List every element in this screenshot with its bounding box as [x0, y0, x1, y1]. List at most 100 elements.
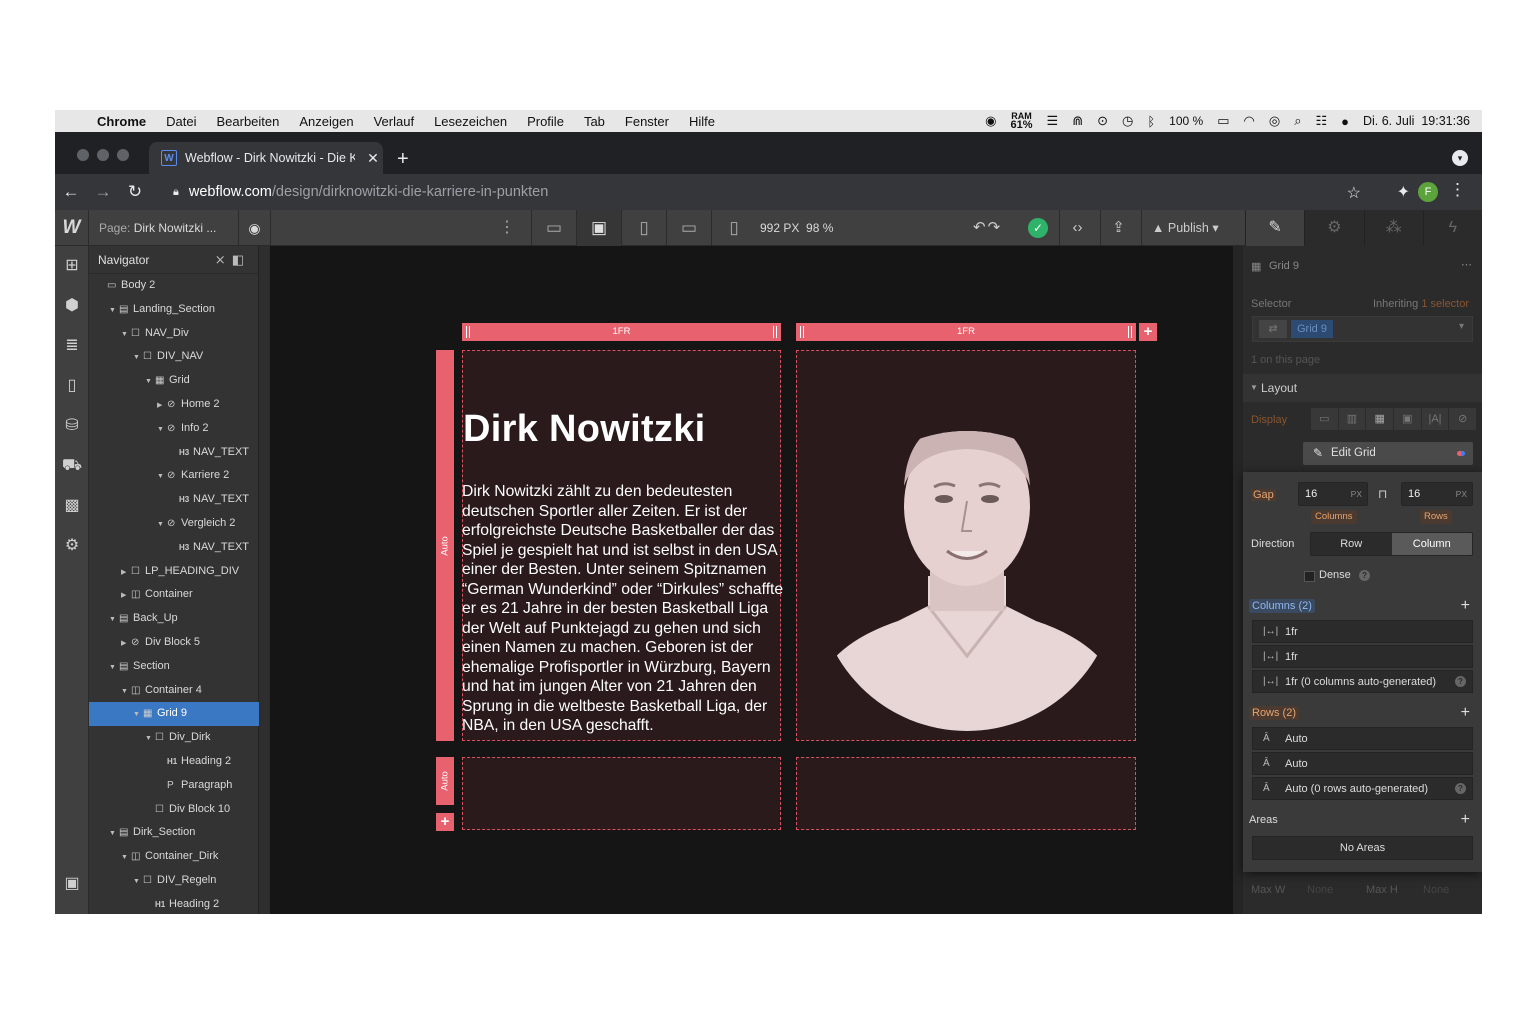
selector-field[interactable]: ⇄ Grid 9 ▾: [1252, 316, 1473, 342]
activity-icon[interactable]: ◉: [985, 113, 996, 129]
panel-more-icon[interactable]: ⋯: [1461, 258, 1472, 271]
tree-caret-icon[interactable]: ▼: [121, 680, 131, 704]
add-row-button[interactable]: +: [436, 813, 454, 831]
wifi-icon[interactable]: ◠: [1244, 113, 1255, 129]
box-model-icon[interactable]: ▣: [55, 864, 89, 904]
gap-lock-icon[interactable]: ⊓: [1378, 487, 1387, 501]
publish-button[interactable]: ▲ Publish ▾: [1141, 210, 1245, 246]
navigator-node[interactable]: ▼ ⊘ Vergleich 2: [89, 512, 259, 536]
navigator-node[interactable]: ▶ ☐ LP_HEADING_DIV: [89, 560, 259, 584]
dock-icon[interactable]: ◧: [232, 252, 250, 267]
navigator-node[interactable]: H3 NAV_TEXT: [89, 441, 259, 465]
siri-icon[interactable]: ●: [1341, 114, 1349, 129]
tree-caret-icon[interactable]: ▼: [109, 608, 119, 632]
style-manager-icon[interactable]: ⁂: [1363, 210, 1423, 246]
row-auto-help-icon[interactable]: ?: [1455, 783, 1466, 794]
navigator-node[interactable]: ▼ ▦ Grid 9: [89, 702, 259, 727]
navigator-node[interactable]: ▼ ☐ DIV_Regeln: [89, 869, 259, 893]
grid-row-1-handle[interactable]: Auto: [436, 350, 454, 741]
interactions-bolt-icon[interactable]: ϟ: [1422, 210, 1482, 246]
navigator-node[interactable]: ▼ ▦ Grid: [89, 369, 259, 393]
browser-menu-icon[interactable]: ⋮: [1449, 180, 1466, 200]
grid-cell-3[interactable]: [462, 757, 781, 830]
navigator-node[interactable]: ▼ ⊘ Karriere 2: [89, 464, 259, 488]
project-settings-icon[interactable]: ⚙: [55, 526, 89, 566]
cms-icon[interactable]: ⛁: [55, 406, 89, 446]
symbols-icon[interactable]: ⬢: [55, 286, 89, 326]
bookmark-star-icon[interactable]: ☆: [1347, 183, 1361, 203]
tree-caret-icon[interactable]: ▼: [121, 323, 131, 347]
stack-icon[interactable]: ☰: [1047, 113, 1059, 129]
tree-caret-icon[interactable]: ▼: [109, 299, 119, 323]
navigator-node[interactable]: ▶ ◫ Container: [89, 583, 259, 607]
hero-paragraph[interactable]: Dirk Nowitzki zählt zu den bedeutesten d…: [462, 482, 784, 736]
navigator-node[interactable]: ▼ ◫ Container_Dirk: [89, 845, 259, 869]
reload-icon[interactable]: ↻: [119, 182, 151, 202]
ram-indicator[interactable]: RAM 61%: [1011, 112, 1033, 131]
tree-caret-icon[interactable]: ▼: [157, 513, 167, 537]
column-row-auto[interactable]: |↔| 1fr (0 columns auto-generated)?: [1252, 670, 1473, 693]
hero-heading[interactable]: Dirk Nowitzki: [463, 408, 706, 451]
datetime[interactable]: Di. 6. Juli 19:31:36: [1363, 114, 1470, 128]
display-grid-icon[interactable]: ▦: [1366, 408, 1395, 430]
navigator-node[interactable]: ▼ ▤ Section: [89, 655, 259, 679]
tab-search-icon[interactable]: ▾: [1452, 150, 1468, 166]
grid-row-2-handle[interactable]: Auto: [436, 757, 454, 805]
navigator-node[interactable]: ▶ ⊘ Div Block 5: [89, 631, 259, 655]
maximize-window-icon[interactable]: [117, 149, 129, 161]
user-icon[interactable]: ◎: [1269, 113, 1280, 129]
tree-caret-icon[interactable]: ▶: [121, 561, 131, 585]
tree-caret-icon[interactable]: ▼: [157, 465, 167, 489]
ecommerce-icon[interactable]: ⛟: [55, 446, 89, 486]
column-row-1[interactable]: |↔| 1fr: [1252, 620, 1473, 643]
column-auto-help-icon[interactable]: ?: [1455, 676, 1466, 687]
tree-caret-icon[interactable]: ▼: [133, 703, 143, 727]
selector-dropdown-icon[interactable]: ▾: [1459, 321, 1464, 332]
navigator-node[interactable]: ▼ ◫ Container 4: [89, 679, 259, 703]
pages-icon[interactable]: ▯: [55, 366, 89, 406]
menu-hilfe[interactable]: Hilfe: [679, 114, 725, 129]
navigator-node[interactable]: H1 Heading 2: [89, 893, 259, 914]
tree-caret-icon[interactable]: ▼: [133, 346, 143, 370]
row-gap-input[interactable]: 16 PX: [1401, 482, 1473, 506]
more-options-icon[interactable]: ⋮: [495, 210, 519, 246]
add-column-button[interactable]: +: [1139, 323, 1157, 341]
navigator-node[interactable]: ▼ ☐ DIV_NAV: [89, 345, 259, 369]
navigator-node[interactable]: ▼ ▤ Back_Up: [89, 607, 259, 631]
selector-state-icon[interactable]: ⇄: [1259, 320, 1287, 338]
row-row-1[interactable]: Ā Auto: [1252, 727, 1473, 750]
webflow-logo-icon[interactable]: W: [55, 210, 89, 246]
desktop-base-icon[interactable]: ▣: [576, 210, 621, 246]
add-area-plus-icon[interactable]: +: [1461, 808, 1470, 832]
forward-icon[interactable]: →: [87, 182, 119, 202]
mobile-portrait-icon[interactable]: ▯: [711, 210, 756, 246]
navigator-node[interactable]: H1 Heading 2: [89, 750, 259, 774]
tree-caret-icon[interactable]: ▼: [133, 870, 143, 894]
add-element-icon[interactable]: ⊞: [55, 246, 89, 286]
navigator-node[interactable]: ▼ ☐ NAV_Div: [89, 322, 259, 346]
menu-anzeigen[interactable]: Anzeigen: [289, 114, 363, 129]
navigator-controls[interactable]: ⨯◧: [215, 246, 250, 274]
tree-caret-icon[interactable]: ▼: [145, 727, 155, 751]
row-row-auto[interactable]: Ā Auto (0 rows auto-generated)?: [1252, 777, 1473, 800]
menu-tab[interactable]: Tab: [574, 114, 615, 129]
play-icon[interactable]: ⊙: [1097, 113, 1108, 129]
extensions-icon[interactable]: ✦: [1397, 182, 1410, 202]
layout-section-header[interactable]: ▼ Layout: [1243, 374, 1482, 402]
new-tab-icon[interactable]: +: [397, 148, 409, 171]
bluetooth-icon[interactable]: ᛒ: [1147, 114, 1155, 129]
desktop-large-icon[interactable]: ▭: [531, 210, 576, 246]
navigator-node[interactable]: ☐ Div Block 10: [89, 798, 259, 822]
mobile-landscape-icon[interactable]: ▭: [666, 210, 711, 246]
close-window-icon[interactable]: [77, 149, 89, 161]
tree-caret-icon[interactable]: ▼: [109, 656, 119, 680]
tree-caret-icon[interactable]: ▼: [109, 822, 119, 846]
menu-verlauf[interactable]: Verlauf: [364, 114, 424, 129]
display-none-icon[interactable]: ⊘: [1449, 408, 1478, 430]
window-controls[interactable]: [77, 149, 129, 161]
display-flex-icon[interactable]: ▥: [1339, 408, 1367, 430]
grid-cell-4[interactable]: [796, 757, 1136, 830]
tree-caret-icon[interactable]: ▼: [145, 370, 155, 394]
row-gap-unit[interactable]: PX: [1456, 483, 1467, 505]
display-inline-block-icon[interactable]: ▣: [1394, 408, 1422, 430]
